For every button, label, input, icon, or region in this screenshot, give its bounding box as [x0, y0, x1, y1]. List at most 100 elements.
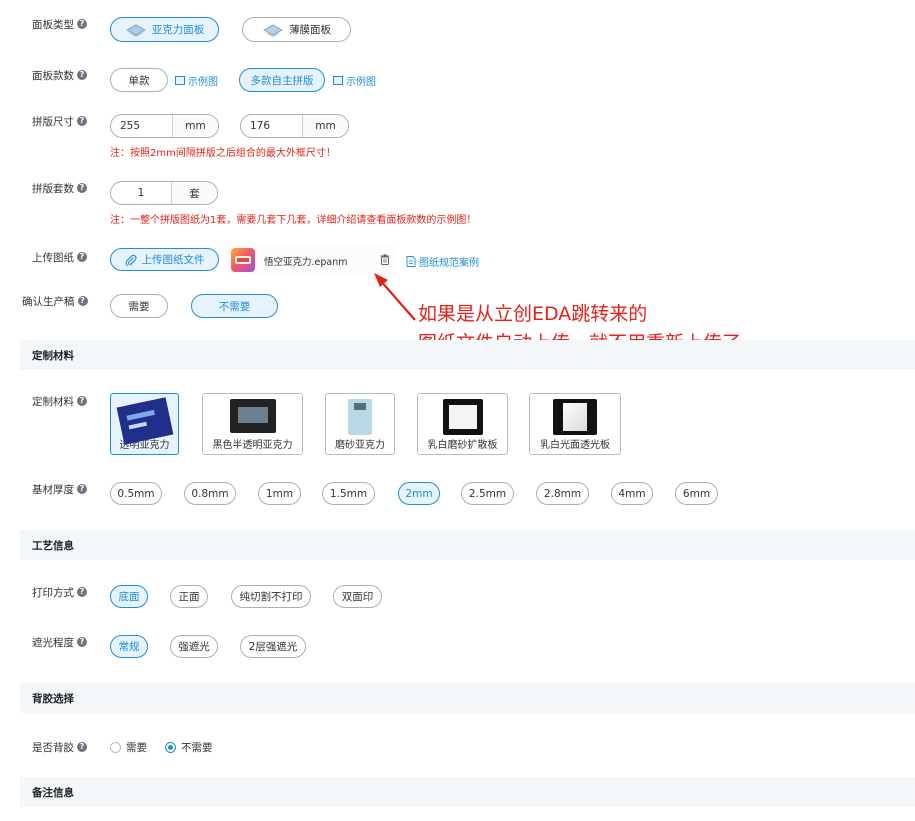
upload-file-button[interactable]: 上传图纸文件	[110, 248, 219, 271]
thickness-0-5mm[interactable]: 0.5mm	[110, 482, 162, 505]
panel-sets-unit: 套	[171, 182, 217, 204]
section-backing: 背胶选择	[20, 683, 915, 713]
help-icon[interactable]: ?	[77, 296, 88, 306]
shading-double-strong[interactable]: 2层强遮光	[240, 635, 306, 658]
multi-example-link[interactable]: 示例图	[333, 73, 376, 88]
panel-style-single-label: 单款	[128, 74, 150, 87]
backing-label-text: 是否背胶	[32, 741, 74, 754]
panel-sets-input[interactable]: 1 套	[110, 181, 218, 205]
print-mode-label-text: 打印方式	[32, 586, 74, 599]
image-icon	[175, 76, 185, 85]
confirm-draft-label-text: 确认生产稿	[22, 295, 75, 308]
material-milky-gloss-label: 乳白光面透光板	[540, 440, 610, 451]
shading-label: 遮光程度?	[32, 635, 87, 649]
panel-type-label: 面板类型?	[32, 17, 87, 31]
help-icon[interactable]: ?	[77, 19, 87, 29]
multi-example-label: 示例图	[346, 77, 376, 88]
help-icon[interactable]: ?	[77, 70, 87, 80]
material-milky-diffuser[interactable]: 乳白磨砂扩散板	[417, 393, 508, 455]
material-label: 定制材料?	[32, 394, 87, 408]
panel-height-value[interactable]: 176	[241, 115, 302, 137]
document-icon	[406, 256, 416, 267]
radio-circle-selected	[165, 742, 176, 753]
help-icon[interactable]: ?	[77, 183, 87, 193]
thickness-label: 基材厚度?	[32, 482, 87, 496]
panel-sets-label: 拼版套数?	[32, 181, 87, 195]
shading-normal[interactable]: 常规	[110, 635, 148, 658]
panel-height-unit: mm	[302, 115, 348, 137]
material-milky-gloss[interactable]: 乳白光面透光板	[529, 393, 621, 455]
panel-width-unit: mm	[172, 115, 218, 137]
epanm-file-icon	[231, 248, 255, 272]
uploaded-file-name: 悟空亚克力.epanm	[264, 257, 348, 268]
panel-height-input[interactable]: 176 mm	[240, 114, 349, 138]
single-example-link[interactable]: 示例图	[175, 73, 218, 88]
backing-label: 是否背胶?	[32, 740, 87, 754]
backing-need-radio[interactable]: 需要	[110, 740, 147, 755]
panel-type-film-button[interactable]: 薄膜面板	[242, 17, 351, 42]
print-mode-cut-only[interactable]: 纯切割不打印	[231, 585, 311, 608]
help-icon[interactable]: ?	[77, 252, 87, 262]
thickness-2-5mm[interactable]: 2.5mm	[461, 482, 514, 505]
help-icon[interactable]: ?	[77, 742, 87, 752]
thickness-label-text: 基材厚度	[32, 483, 74, 496]
thickness-2-8mm[interactable]: 2.8mm	[536, 482, 589, 505]
panel-layers-icon	[263, 24, 283, 37]
panel-size-label-text: 拼版尺寸	[32, 115, 74, 128]
help-icon[interactable]: ?	[77, 484, 87, 494]
thickness-6mm[interactable]: 6mm	[675, 482, 718, 505]
material-frosted-acrylic[interactable]: 磨砂亚克力	[325, 393, 395, 455]
panel-sets-label-text: 拼版套数	[32, 182, 74, 195]
help-icon[interactable]: ?	[77, 396, 87, 406]
shading-option-label: 强遮光	[178, 641, 210, 653]
material-clear-acrylic[interactable]: 透明亚克力	[110, 393, 179, 455]
thickness-2mm[interactable]: 2mm	[398, 482, 440, 505]
material-thumbnail	[348, 399, 372, 435]
thickness-option-label: 1mm	[265, 487, 294, 500]
panel-type-acrylic-label: 亚克力面板	[151, 24, 205, 36]
material-black-translucent[interactable]: 黑色半透明亚克力	[202, 393, 303, 455]
trash-icon[interactable]	[380, 254, 390, 265]
panel-width-value[interactable]: 255	[111, 115, 172, 137]
thickness-4mm[interactable]: 4mm	[611, 482, 653, 505]
help-icon[interactable]: ?	[77, 116, 87, 126]
panel-sets-note: 注：一整个拼版图纸为1套，需要几套下几套，详细介绍请查看面板款数的示例图！	[110, 215, 477, 226]
thickness-option-label: 2mm	[405, 487, 433, 500]
backing-no-need-radio[interactable]: 不需要	[165, 740, 213, 755]
material-thumbnail	[229, 399, 276, 433]
panel-size-note: 注：按照2mm间隔拼版之后组合的最大外框尺寸！	[110, 148, 336, 159]
confirm-draft-need-label: 需要	[128, 300, 150, 313]
thickness-1-5mm[interactable]: 1.5mm	[322, 482, 375, 505]
panel-width-input[interactable]: 255 mm	[110, 114, 219, 138]
material-milky-diffuser-label: 乳白磨砂扩散板	[427, 440, 498, 451]
thickness-option-label: 0.8mm	[191, 487, 229, 500]
panel-sets-value[interactable]: 1	[111, 182, 171, 204]
material-thumbnail	[442, 399, 483, 435]
print-mode-double[interactable]: 双面印	[333, 585, 382, 608]
print-mode-option-label: 纯切割不打印	[239, 591, 303, 603]
help-icon[interactable]: ?	[77, 587, 87, 597]
upload-label: 上传图纸?	[32, 250, 87, 264]
panel-type-acrylic-button[interactable]: 亚克力面板	[110, 17, 219, 42]
panel-type-label-text: 面板类型	[32, 18, 74, 31]
panel-style-label-text: 面板款数	[32, 69, 74, 82]
panel-layers-icon	[125, 24, 146, 37]
spec-example-link[interactable]: 图纸规范案例	[406, 254, 479, 269]
confirm-draft-need-button[interactable]: 需要	[110, 294, 168, 318]
panel-style-single-button[interactable]: 单款	[110, 68, 168, 92]
confirm-draft-no-need-label: 不需要	[218, 300, 251, 313]
print-mode-bottom[interactable]: 底面	[110, 585, 148, 608]
shading-strong[interactable]: 强遮光	[170, 635, 218, 658]
panel-style-multi-button[interactable]: 多款自主拼版	[239, 68, 325, 92]
thickness-0-8mm[interactable]: 0.8mm	[184, 482, 236, 505]
thickness-option-label: 2.8mm	[543, 487, 582, 500]
print-mode-front[interactable]: 正面	[170, 585, 208, 608]
thickness-option-label: 1.5mm	[329, 487, 368, 500]
thickness-1mm[interactable]: 1mm	[258, 482, 301, 505]
panel-style-multi-label: 多款自主拼版	[250, 74, 314, 87]
help-icon[interactable]: ?	[77, 637, 87, 647]
thickness-option-label: 0.5mm	[117, 487, 155, 500]
paperclip-icon	[125, 254, 136, 266]
confirm-draft-no-need-button[interactable]: 不需要	[191, 294, 278, 318]
material-frosted-acrylic-label: 磨砂亚克力	[335, 440, 385, 451]
